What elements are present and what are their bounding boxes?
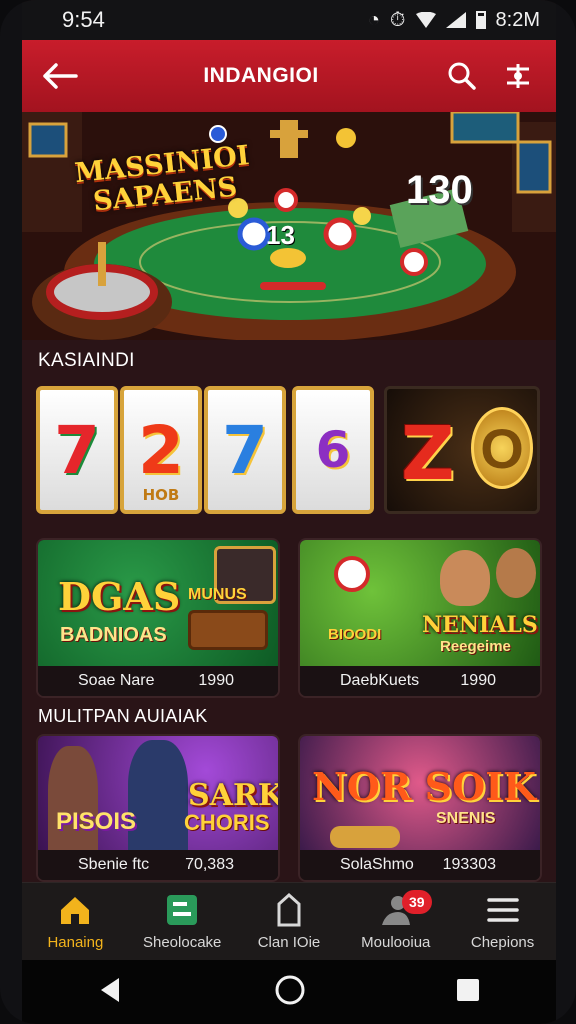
game-card-label: Sbenie ftc xyxy=(78,856,150,873)
game-card-art: NOR SOIK SNENIS xyxy=(300,736,540,852)
slot-machine-tile[interactable]: 7 2 HOB 7 6 xyxy=(36,386,376,514)
hero-number: 130 xyxy=(406,168,473,212)
character-illustration xyxy=(496,548,536,598)
game-card[interactable]: SARK CHORIS PISOIS Sbenie ftc 70,383 xyxy=(36,734,280,882)
game-card-art: SARK CHORIS PISOIS xyxy=(38,736,278,856)
alarm-icon: ◔ xyxy=(367,8,380,31)
nav-item-clan[interactable]: Clan IOie xyxy=(237,886,341,958)
system-nav-bar xyxy=(22,960,556,1024)
hero-banner[interactable]: MASSINIOI SAPAENS 130 13 xyxy=(22,112,556,340)
game-card-footer: DaebKuets 1990 xyxy=(300,666,540,696)
home-circle-icon[interactable] xyxy=(274,974,306,1011)
zo-game-tile[interactable]: Z O xyxy=(384,386,540,514)
battery-icon xyxy=(475,11,486,29)
status-bar: 9:54 ◔ ⏱ 8:2M xyxy=(22,0,556,40)
badge-icon xyxy=(334,556,370,592)
game-card[interactable]: NOR SOIK SNENIS SolaShmo 193303 xyxy=(298,734,542,882)
notification-badge: 39 xyxy=(401,889,432,914)
bottom-nav: Hanaing Sheolocake Clan IOie 39 Moulooiu… xyxy=(22,882,556,960)
filter-icon[interactable] xyxy=(498,56,538,96)
tag-icon xyxy=(271,892,307,928)
slot-reel: 6 xyxy=(292,386,374,514)
page-title: INDANGIOI xyxy=(203,64,319,87)
section-title-multi: MULITPAN AUIAIAK xyxy=(38,706,208,726)
food-platter-illustration xyxy=(330,826,400,848)
screen: 9:54 ◔ ⏱ 8:2M INDANGIOI MASSINIOI SAPAEN… xyxy=(22,0,556,1024)
nav-item-home[interactable]: Hanaing xyxy=(23,886,127,958)
game-card-art: DGAS BADNIOAS MUNUS xyxy=(38,540,278,668)
back-triangle-icon[interactable] xyxy=(97,976,125,1009)
game-card-value: 70,383 xyxy=(185,856,234,873)
game-card-footer: Soae Nare 1990 xyxy=(38,666,278,696)
game-card[interactable]: DGAS BADNIOAS MUNUS Soae Nare 1990 xyxy=(36,538,280,698)
game-card-value: 1990 xyxy=(198,672,234,689)
food-tray-illustration xyxy=(188,610,268,650)
nav-item-champions[interactable]: Chepions xyxy=(451,886,555,958)
app-bar: INDANGIOI xyxy=(22,40,556,112)
game-card-footer: SolaShmo 193303 xyxy=(300,850,540,880)
section-title-casino: KASIAINDI xyxy=(38,350,135,371)
signal-icon xyxy=(445,12,466,28)
slot-reel: 7 xyxy=(36,386,118,514)
search-icon[interactable] xyxy=(442,56,482,96)
wifi-icon xyxy=(415,12,436,28)
game-card-label: SolaShmo xyxy=(340,856,414,873)
game-card-art: NENIALS Reegeime BIOODI xyxy=(300,540,540,668)
clock-icon: ⏱ xyxy=(389,8,406,31)
slot-reel: 2 HOB xyxy=(120,386,202,514)
menu-icon xyxy=(485,892,521,928)
person-illustration xyxy=(128,740,188,852)
ticket-icon xyxy=(164,892,200,928)
phone-frame: 9:54 ◔ ⏱ 8:2M INDANGIOI MASSINIOI SAPAEN… xyxy=(0,0,576,1024)
nav-item-profile[interactable]: 39 Moulooiua xyxy=(344,886,448,958)
status-time: 9:54 xyxy=(62,7,105,32)
game-card-value: 1990 xyxy=(460,672,496,689)
status-right-text: 8:2M xyxy=(495,8,540,31)
character-illustration xyxy=(440,550,490,606)
recents-square-icon[interactable] xyxy=(455,977,481,1008)
hero-center-number: 13 xyxy=(266,220,295,250)
person-illustration xyxy=(48,746,98,856)
slot-reel: 7 xyxy=(204,386,286,514)
home-icon xyxy=(57,892,93,928)
back-arrow-icon[interactable] xyxy=(40,56,80,96)
nav-item-schedule[interactable]: Sheolocake xyxy=(130,886,234,958)
game-card-label: Soae Nare xyxy=(78,672,155,689)
game-card[interactable]: NENIALS Reegeime BIOODI DaebKuets 1990 xyxy=(298,538,542,698)
game-card-footer: Sbenie ftc 70,383 xyxy=(38,850,278,880)
game-card-value: 193303 xyxy=(442,856,496,873)
game-card-label: DaebKuets xyxy=(340,672,420,689)
